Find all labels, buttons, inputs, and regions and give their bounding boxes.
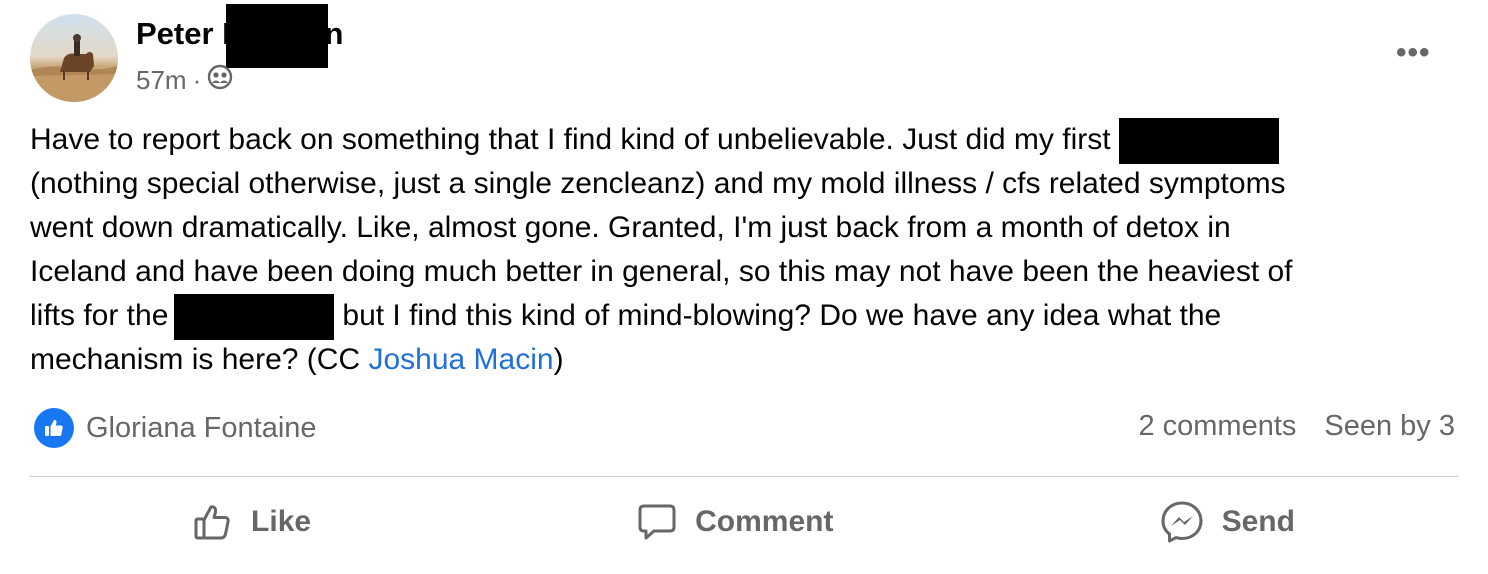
send-button[interactable]: Send (1160, 500, 1295, 544)
reactor-name: Gloriana Fontaine (86, 411, 317, 444)
group-icon (207, 64, 233, 97)
post-text-line-1: Have to report back on something that I … (30, 123, 1111, 156)
like-label: Like (251, 505, 312, 538)
post-line: mechanism is here? (CC Joshua Macin) (30, 338, 1470, 382)
meta-separator: · (192, 65, 202, 95)
comments-count[interactable]: 2 comments (1138, 410, 1296, 443)
post-card: Peter Bn 57m · ••• Have to report back o… (0, 0, 1488, 574)
post-line: Have to report back on something that I … (30, 118, 1470, 165)
comment-label: Comment (695, 505, 834, 538)
avatar-photo (30, 34, 118, 102)
post-text-line-5b: but I find this kind of mind-blowing? Do… (342, 299, 1222, 332)
author-avatar[interactable] (30, 14, 118, 102)
thumbs-up-icon (193, 502, 233, 542)
comment-icon (637, 502, 677, 542)
comment-button[interactable]: Comment (637, 502, 833, 542)
like-button[interactable]: Like (193, 502, 311, 542)
post-text-line-6a: mechanism is here? (CC (30, 343, 361, 376)
redaction-bar-name (226, 4, 328, 68)
send-label: Send (1221, 505, 1295, 538)
post-text-line-4: Iceland and have been doing much better … (30, 255, 1293, 288)
post-timestamp[interactable]: 57m (136, 65, 187, 96)
mention-link[interactable]: Joshua Macin (368, 343, 553, 376)
post-text-line-3: went down dramatically. Like, almost gon… (30, 211, 1231, 244)
reactions-summary[interactable]: Gloriana Fontaine (34, 408, 317, 448)
redaction-bar (174, 294, 335, 341)
post-line: lifts for the but I find this kind of min… (30, 294, 1470, 341)
post-meta: 57m · (136, 64, 233, 97)
post-text-line-2: (nothing special otherwise, just a singl… (30, 167, 1286, 200)
post-text-line-5a: lifts for the (30, 299, 169, 332)
post-text-line-6b: ) (553, 343, 564, 376)
post-stats: 2 comments Seen by 3 (1138, 410, 1455, 443)
post-line: Iceland and have been doing much better … (30, 250, 1470, 294)
seen-by[interactable]: Seen by 3 (1324, 410, 1455, 443)
post-line: went down dramatically. Like, almost gon… (30, 206, 1470, 250)
post-actions: Like Comment Send (30, 490, 1458, 554)
post-body: Have to report back on something that I … (30, 118, 1470, 382)
like-reaction-icon (34, 408, 74, 448)
messenger-icon (1160, 500, 1204, 544)
post-line: (nothing special otherwise, just a singl… (30, 162, 1470, 206)
actions-divider (30, 476, 1458, 477)
more-options-icon[interactable]: ••• (1396, 36, 1431, 70)
redaction-bar (1118, 118, 1279, 165)
